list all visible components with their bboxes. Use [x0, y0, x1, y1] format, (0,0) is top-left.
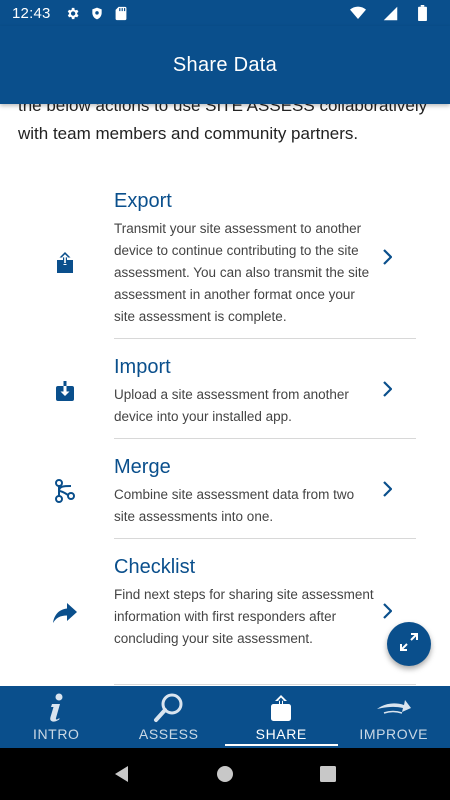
chevron-right-icon — [378, 380, 396, 398]
action-title: Export — [114, 190, 172, 212]
chevron-right-icon — [378, 602, 396, 620]
page-title: Share Data — [172, 53, 278, 76]
action-description: Combine site assessment data from two si… — [114, 487, 355, 524]
home-icon[interactable] — [213, 762, 237, 786]
tab-label: SHARE — [255, 726, 307, 742]
export-icon — [52, 250, 78, 276]
sd-card-icon — [113, 5, 129, 21]
tab-label: IMPROVE — [359, 726, 429, 742]
action-title: Merge — [114, 456, 171, 478]
divider — [114, 684, 416, 685]
action-title: Import — [114, 356, 171, 378]
active-tab-indicator — [225, 744, 338, 746]
recents-icon[interactable] — [316, 762, 340, 786]
signal-icon — [382, 5, 398, 21]
chevron-right-icon — [378, 480, 396, 498]
magnifier-icon — [153, 692, 185, 724]
action-description: Upload a site assessment from another de… — [114, 387, 349, 424]
tab-intro[interactable]: INTRO — [0, 686, 113, 748]
tab-improve[interactable]: IMPROVE — [338, 686, 450, 748]
action-merge[interactable]: Merge Combine site assessment data from … — [0, 450, 450, 538]
system-nav-bar — [0, 748, 450, 800]
merge-icon — [52, 478, 78, 504]
action-description: Transmit your site assessment to another… — [114, 221, 370, 324]
chevron-right-icon — [378, 248, 396, 266]
shield-icon — [89, 5, 105, 21]
tab-assess[interactable]: ASSESS — [113, 686, 226, 748]
tab-label: INTRO — [32, 726, 80, 742]
status-time: 12:43 — [12, 4, 51, 22]
expand-fab-button[interactable] — [387, 622, 431, 666]
gear-icon — [65, 5, 81, 21]
intro-text: the below actions to use SITE ASSESS col… — [18, 104, 428, 143]
status-bar: 12:43 — [0, 0, 450, 26]
back-icon[interactable] — [110, 762, 134, 786]
battery-icon — [414, 5, 430, 21]
action-export[interactable]: Export Transmit your site assessment to … — [0, 184, 450, 340]
tab-share[interactable]: SHARE — [225, 686, 338, 748]
wifi-icon — [350, 5, 366, 21]
share-arrow-icon — [52, 600, 78, 626]
action-import[interactable]: Import Upload a site assessment from ano… — [0, 350, 450, 438]
bottom-nav: INTRO ASSESS SHARE IMPROVE — [0, 686, 450, 748]
improve-arrow-icon — [376, 692, 412, 724]
app-bar: Share Data — [0, 26, 450, 104]
share-actions-list[interactable]: the below actions to use SITE ASSESS col… — [0, 104, 450, 686]
share-upload-icon — [269, 692, 293, 724]
divider — [114, 538, 416, 539]
action-checklist[interactable]: Checklist Find next steps for sharing si… — [0, 550, 450, 684]
divider — [114, 338, 416, 339]
expand-icon — [399, 632, 419, 657]
tab-label: ASSESS — [138, 726, 199, 742]
action-description: Find next steps for sharing site assessm… — [114, 587, 374, 646]
divider — [114, 438, 416, 439]
action-title: Checklist — [114, 556, 196, 578]
import-icon — [52, 378, 78, 404]
info-icon — [46, 692, 66, 724]
